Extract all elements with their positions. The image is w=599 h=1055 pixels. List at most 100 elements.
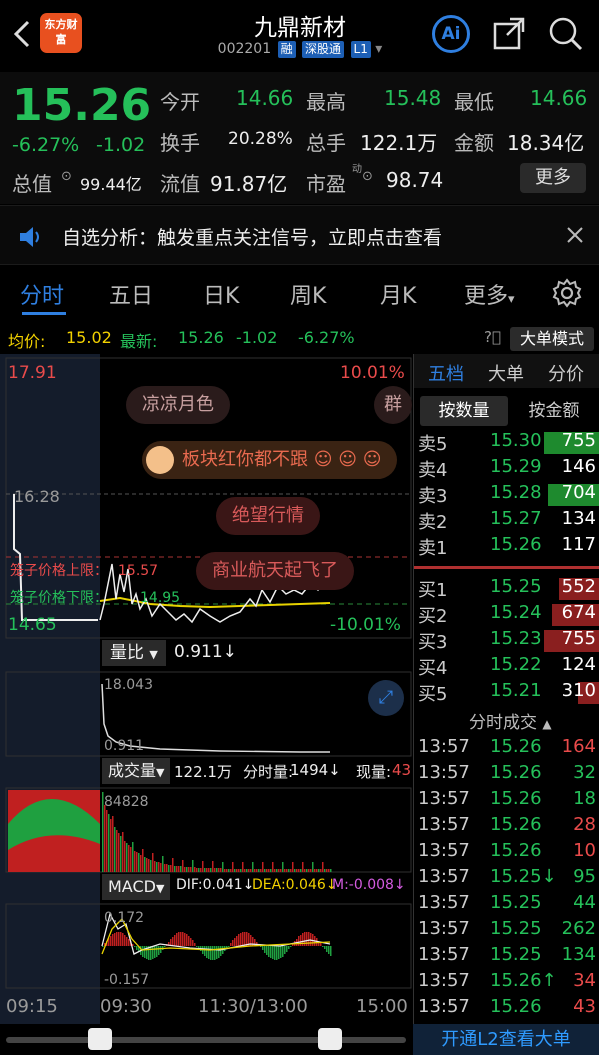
trade-row: 13:57 15.25 44 [414, 892, 599, 918]
trade-time: 13:57 [418, 736, 470, 757]
macd-bar [266, 946, 268, 955]
bid-row[interactable]: 买2 15.24 674 [414, 602, 599, 628]
macd-bar [324, 946, 326, 949]
volume-bar [178, 866, 180, 872]
trade-volume: 262 [561, 918, 596, 939]
volume-bar [268, 869, 270, 872]
low-price-label: 14.65 [8, 615, 57, 635]
ask-row[interactable]: 卖5 15.30 755 [414, 430, 599, 456]
ai-button[interactable]: Ai [432, 15, 470, 53]
ask-row[interactable]: 卖2 15.27 134 [414, 508, 599, 534]
stock-code-row: 002201 融 深股通 L1 ▾ [160, 41, 440, 58]
ask-row[interactable]: 卖1 15.26 117 [414, 534, 599, 560]
danmaku-bubble-hot[interactable]: 板块红你都不跟 ☺ ☺ ☺ [142, 441, 398, 479]
high-label: 最高 [306, 90, 346, 114]
tab-daily-k[interactable]: 日K [203, 278, 239, 310]
volume-bar [138, 853, 140, 872]
ask-label: 卖2 [418, 512, 448, 533]
volume-bar [306, 869, 308, 872]
volume-bar [104, 805, 106, 872]
volume-bar [162, 856, 164, 872]
volume-bar [188, 867, 190, 872]
ask-row[interactable]: 卖4 15.29 146 [414, 456, 599, 482]
trade-time: 13:57 [418, 866, 470, 887]
settings-icon[interactable] [552, 278, 582, 312]
big-order-mode-button[interactable]: 大单模式 [510, 327, 594, 351]
by-quantity-button[interactable]: 按数量 [420, 396, 508, 426]
search-icon[interactable] [548, 16, 584, 56]
tab-big-orders[interactable]: 大单 [488, 360, 524, 386]
volume-bar [314, 869, 316, 872]
expand-icon[interactable]: ⤢ [368, 680, 404, 716]
tab-more[interactable]: 更多▾ [464, 278, 515, 310]
volume-bar [144, 857, 146, 872]
ask-row[interactable]: 卖3 15.28 704 [414, 482, 599, 508]
tab-weekly-k[interactable]: 周K [290, 278, 326, 310]
volume-value: 122.1万 [360, 131, 438, 155]
open-l2-button[interactable]: 开通L2查看大单 [413, 1024, 599, 1055]
danmaku-bubble[interactable]: 凉凉月色 [126, 386, 230, 424]
book-tabs: 五档 大单 分价 [414, 354, 599, 388]
macd-selector[interactable]: MACD▼ [102, 874, 171, 900]
volume-bar [160, 863, 162, 872]
tab-five-levels[interactable]: 五档 [428, 360, 464, 386]
volume-bar [120, 836, 122, 872]
back-icon[interactable] [10, 18, 36, 50]
intraday-chart[interactable]: 17.91 10.01% 16.28 14.65 -10.01% 笼子价格上限：… [0, 354, 413, 1024]
scroll-handle-right[interactable] [318, 1028, 342, 1050]
close-icon[interactable] [565, 225, 585, 249]
vol-max-label: 84828 [104, 794, 149, 810]
macd-bar [242, 932, 244, 946]
share-icon[interactable] [492, 16, 526, 54]
ask-volume: 134 [561, 508, 596, 529]
chart-scrollbar[interactable] [0, 1024, 413, 1055]
volume-bar [192, 860, 194, 872]
vr-selector[interactable]: 量比 ▼ [102, 640, 166, 666]
volume-bar [282, 862, 284, 872]
info-icon[interactable]: ⊙ [362, 169, 373, 184]
more-button[interactable]: 更多 [520, 163, 586, 193]
trades-list: 13:57 15.26 164 13:57 15.26 32 13:57 15.26 18 13:… [414, 736, 599, 1026]
bid-row[interactable]: 买5 15.21 310 [414, 680, 599, 706]
volume-selector[interactable]: 成交量▼ [102, 758, 171, 784]
notice-bar[interactable]: 自选分析：触发重点关注信号，立即点击查看 [0, 205, 599, 265]
chevron-down-icon: ▼ [149, 648, 158, 661]
ask-price: 15.29 [490, 456, 542, 477]
volume-bar [292, 862, 294, 872]
tab-fenshi[interactable]: 分时 [20, 278, 64, 310]
help-icon[interactable]: ?⃝ [484, 328, 501, 346]
volume-bar [266, 869, 268, 872]
macd-label: MACD [108, 877, 156, 896]
volume-bar [302, 862, 304, 872]
volume-bar [148, 859, 150, 872]
mktcap-value: 99.44亿 [80, 175, 142, 194]
danmaku-bubble[interactable]: 绝望行情 [216, 497, 320, 535]
volume-bar [184, 867, 186, 872]
macd-bar [288, 946, 290, 949]
scroll-handle-left[interactable] [88, 1028, 112, 1050]
time-label-0930: 09:30 [100, 996, 152, 1017]
trade-price: 15.26 [490, 814, 542, 835]
volume-bar [312, 862, 314, 872]
tab-monthly-k[interactable]: 月K [380, 278, 416, 310]
macd-bar [128, 939, 130, 946]
ask-volume: 146 [561, 456, 596, 477]
chevron-down-icon[interactable]: ▾ [375, 41, 382, 57]
info-icon[interactable]: ⊙ [61, 169, 72, 184]
tab-five-day[interactable]: 五日 [109, 278, 153, 310]
avg-value: 15.02 [66, 328, 112, 347]
danmaku-bubble[interactable]: 商业航天起飞了 [196, 552, 354, 590]
current-price: 15.26 [12, 80, 152, 131]
macd-bar [230, 943, 232, 946]
bid-row[interactable]: 买4 15.22 124 [414, 654, 599, 680]
by-amount-button[interactable]: 按金额 [514, 396, 594, 426]
danmaku-bubble[interactable]: 群 [374, 386, 412, 424]
bid-row[interactable]: 买1 15.25 552 [414, 576, 599, 602]
trades-header[interactable]: 分时成交 ▲ [469, 708, 552, 733]
volume-bar [110, 819, 112, 872]
bid-row[interactable]: 买3 15.23 755 [414, 628, 599, 654]
tab-price-dist[interactable]: 分价 [548, 360, 584, 386]
volume-bar [248, 869, 250, 872]
amount-label: 金额 [454, 131, 494, 155]
app-logo[interactable]: 东方财富 [40, 13, 82, 53]
